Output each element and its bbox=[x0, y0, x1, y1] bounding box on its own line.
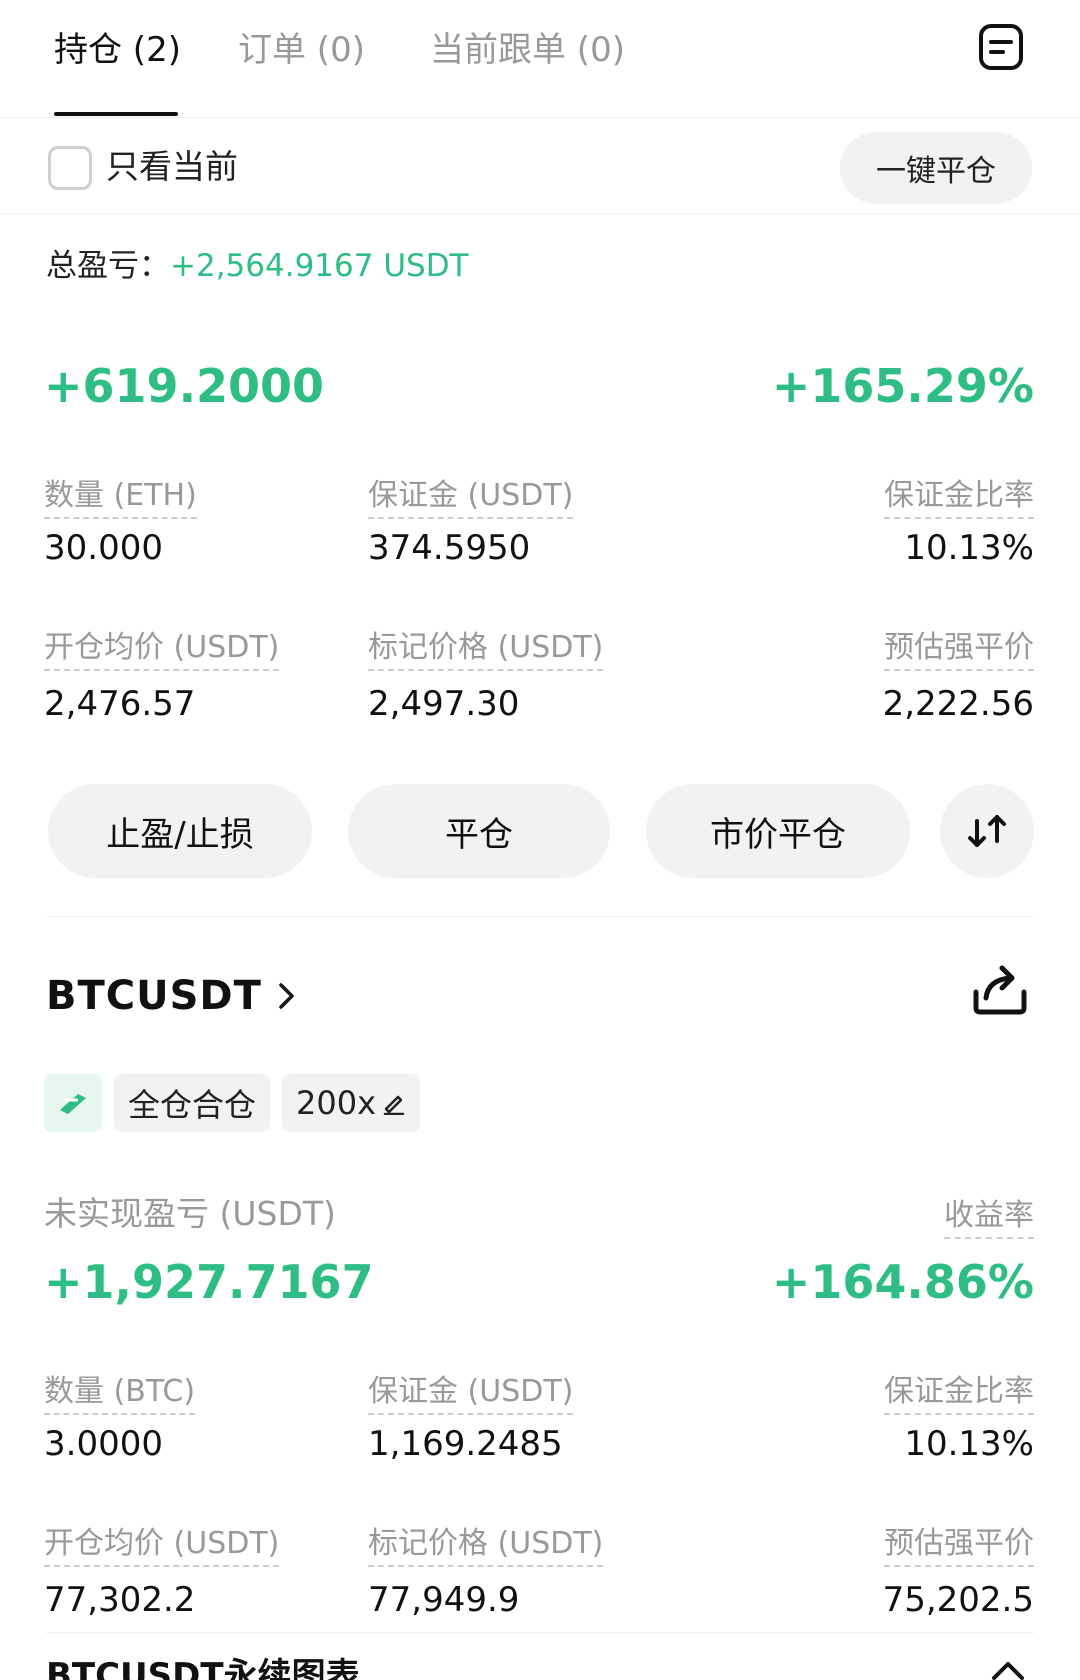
tab-orders[interactable]: 订单 (0) bbox=[238, 28, 365, 72]
btc-entry-price-label[interactable]: 开仓均价 (USDT) bbox=[44, 1524, 280, 1567]
btc-margin-label[interactable]: 保证金 (USDT) bbox=[368, 1372, 574, 1415]
btc-margin-value: 1,169.2485 bbox=[368, 1424, 563, 1464]
coupon-icon bbox=[44, 1074, 102, 1132]
entry-price-value: 2,476.57 bbox=[44, 684, 196, 724]
margin-value: 374.5950 bbox=[368, 528, 531, 568]
total-pnl-value: +2,564.9167 USDT bbox=[170, 248, 469, 284]
btc-entry-price-value: 77,302.2 bbox=[44, 1580, 196, 1620]
roi-label[interactable]: 收益率 bbox=[944, 1196, 1034, 1239]
market-close-button[interactable]: 市价平仓 bbox=[646, 784, 910, 878]
swap-icon bbox=[968, 815, 1006, 847]
btc-unrealized-pnl: +1,927.7167 bbox=[44, 1255, 374, 1309]
total-pnl-label: 总盈亏： bbox=[46, 248, 170, 284]
chevron-up-icon[interactable] bbox=[990, 1660, 1026, 1680]
only-current-label[interactable]: 只看当前 bbox=[106, 144, 238, 190]
unrealized-pnl-label: 未实现盈亏 (USDT) bbox=[44, 1194, 336, 1233]
tab-copy-trades[interactable]: 当前跟单 (0) bbox=[430, 28, 625, 72]
liq-price-label[interactable]: 预估强平价 bbox=[884, 628, 1034, 671]
document-icon[interactable] bbox=[976, 22, 1026, 72]
margin-ratio-label[interactable]: 保证金比率 bbox=[884, 476, 1034, 519]
only-current-checkbox[interactable] bbox=[48, 146, 92, 190]
position-roi: +165.29% bbox=[771, 359, 1034, 413]
share-icon[interactable] bbox=[970, 962, 1030, 1018]
leverage-tag[interactable]: 200x bbox=[282, 1074, 421, 1132]
btc-roi: +164.86% bbox=[771, 1255, 1034, 1309]
quantity-label[interactable]: 数量 (ETH) bbox=[44, 476, 197, 519]
btc-mark-price-value: 77,949.9 bbox=[368, 1580, 520, 1620]
tab-bar: 持仓 (2) 订单 (0) 当前跟单 (0) bbox=[0, 0, 1080, 118]
perpetual-chart-title[interactable]: BTCUSDT永续图表 bbox=[46, 1654, 360, 1680]
pencil-icon bbox=[383, 1095, 405, 1115]
close-position-button[interactable]: 平仓 bbox=[348, 784, 610, 878]
liq-price-value: 2,222.56 bbox=[882, 684, 1034, 724]
symbol-link[interactable]: BTCUSDT bbox=[46, 966, 298, 1026]
position-unrealized-pnl: +619.2000 bbox=[44, 359, 325, 413]
total-pnl: 总盈亏：+2,564.9167 USDT bbox=[46, 244, 469, 288]
close-all-button[interactable]: 一键平仓 bbox=[840, 132, 1032, 204]
positions-page: 持仓 (2) 订单 (0) 当前跟单 (0) 只看当前 一键平仓 总盈亏：+2,… bbox=[0, 0, 1080, 1680]
symbol-name: BTCUSDT bbox=[46, 973, 262, 1019]
tp-sl-button[interactable]: 止盈/止损 bbox=[48, 784, 312, 878]
entry-price-label[interactable]: 开仓均价 (USDT) bbox=[44, 628, 280, 671]
position-tags: 全仓合仓 200x bbox=[44, 1074, 421, 1132]
btc-quantity-value: 3.0000 bbox=[44, 1424, 163, 1464]
position-divider bbox=[46, 916, 1034, 917]
mark-price-value: 2,497.30 bbox=[368, 684, 520, 724]
margin-ratio-value: 10.13% bbox=[904, 528, 1034, 568]
btc-liq-price-value: 75,202.5 bbox=[882, 1580, 1034, 1620]
chevron-right-icon bbox=[279, 983, 294, 1009]
filter-row: 只看当前 一键平仓 bbox=[0, 118, 1080, 214]
active-tab-indicator bbox=[54, 112, 178, 116]
btc-margin-ratio-label[interactable]: 保证金比率 bbox=[884, 1372, 1034, 1415]
mark-price-label[interactable]: 标记价格 (USDT) bbox=[368, 628, 604, 671]
reverse-position-button[interactable] bbox=[940, 784, 1034, 878]
btc-mark-price-label[interactable]: 标记价格 (USDT) bbox=[368, 1524, 604, 1567]
margin-mode-tag[interactable]: 全仓合仓 bbox=[114, 1074, 271, 1132]
btc-liq-price-label[interactable]: 预估强平价 bbox=[884, 1524, 1034, 1567]
chart-section-divider bbox=[46, 1632, 1034, 1633]
quantity-value: 30.000 bbox=[44, 528, 163, 568]
btc-margin-ratio-value: 10.13% bbox=[904, 1424, 1034, 1464]
margin-label[interactable]: 保证金 (USDT) bbox=[368, 476, 574, 519]
tab-positions[interactable]: 持仓 (2) bbox=[54, 28, 181, 72]
leverage-value: 200x bbox=[296, 1084, 377, 1122]
btc-quantity-label[interactable]: 数量 (BTC) bbox=[44, 1372, 196, 1415]
